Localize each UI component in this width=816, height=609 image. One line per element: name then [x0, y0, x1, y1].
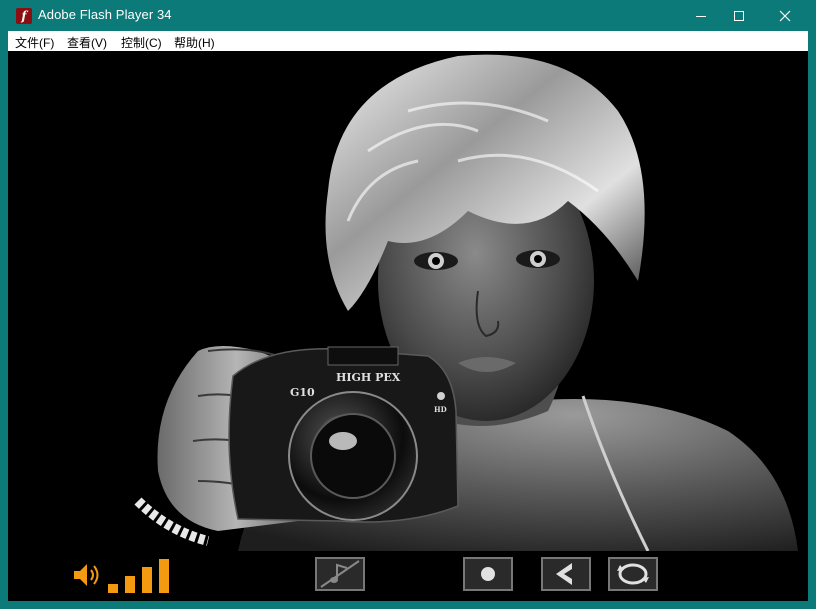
next-button[interactable]	[673, 557, 723, 591]
volume-bar[interactable]	[142, 567, 152, 593]
speaker-icon[interactable]	[72, 560, 100, 590]
maximize-button[interactable]	[716, 0, 762, 31]
close-icon	[779, 10, 791, 21]
camera-model-label: G10	[290, 386, 315, 399]
title-bar[interactable]: f Adobe Flash Player 34	[0, 0, 816, 31]
volume-level-bars[interactable]	[108, 557, 178, 593]
record-icon	[481, 567, 495, 581]
menu-bar: 文件(F) 查看(V) 控制(C) 帮助(H)	[8, 31, 808, 51]
flash-content-area[interactable]: G10 HIGH PEX HD ?	[8, 51, 808, 601]
fast-forward-button[interactable]	[381, 557, 431, 591]
volume-bar[interactable]	[125, 576, 135, 593]
music-toggle-button[interactable]	[315, 557, 365, 591]
menu-control[interactable]: 控制(C)	[121, 34, 162, 51]
fast-forward-icon	[389, 560, 416, 584]
maximize-icon	[734, 10, 744, 21]
menu-file[interactable]: 文件(F)	[15, 34, 54, 51]
previous-icon	[556, 563, 572, 585]
help-icon: ?	[262, 557, 278, 587]
minimize-icon	[696, 15, 706, 17]
loop-button[interactable]	[608, 557, 658, 591]
loop-icon	[617, 563, 649, 585]
flash-player-window: f Adobe Flash Player 34 文件(F) 查看(V) 控制(C…	[0, 0, 816, 609]
volume-bar[interactable]	[108, 584, 118, 593]
player-control-bar: ?	[8, 551, 808, 601]
window-title: Adobe Flash Player 34	[38, 7, 172, 22]
next-icon	[687, 560, 707, 584]
close-button[interactable]	[762, 0, 808, 31]
menu-help[interactable]: 帮助(H)	[174, 34, 215, 51]
menu-view[interactable]: 查看(V)	[67, 34, 107, 51]
help-button[interactable]: ?	[247, 557, 297, 591]
flash-player-icon: f	[16, 8, 32, 24]
portrait-scene-image: G10 HIGH PEX HD	[8, 51, 808, 551]
volume-bar[interactable]	[159, 559, 169, 593]
camera-badge-label: HD	[434, 405, 447, 414]
record-button[interactable]	[463, 557, 513, 591]
previous-button[interactable]	[541, 557, 591, 591]
music-off-icon	[320, 560, 360, 588]
svg-text:?: ?	[262, 557, 278, 587]
camera-brand-label: HIGH PEX	[336, 371, 401, 384]
